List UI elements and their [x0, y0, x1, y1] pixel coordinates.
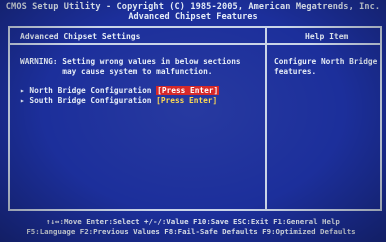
- right-header-divider: [267, 43, 380, 45]
- submenu-arrow-icon: ▸: [20, 96, 25, 105]
- bios-screen: CMOS Setup Utility - Copyright (C) 1985-…: [0, 0, 386, 242]
- left-header-divider: [10, 43, 265, 45]
- menu-item-south-bridge[interactable]: ▸ South Bridge Configuration [Press Ente…: [20, 96, 217, 105]
- press-enter-action[interactable]: [Press Enter]: [156, 96, 217, 105]
- footer-keys-line-1: ↑↓↔:Move Enter:Select +/-/:Value F10:Sav…: [46, 217, 340, 226]
- left-panel-title: Advanced Chipset Settings: [20, 32, 141, 41]
- page-title: Advanced Chipset Features: [128, 12, 258, 22]
- warning-text: WARNING: Setting wrong values in below s…: [20, 57, 241, 77]
- key-help-footer: ↑↓↔:Move Enter:Select +/-/:Value F10:Sav…: [0, 214, 386, 242]
- right-panel-title: Help Item: [305, 32, 349, 41]
- footer-keys-line-2: F5:Language F2:Previous Values F8:Fail-S…: [26, 227, 356, 236]
- menu-item-label: South Bridge Configuration: [29, 96, 152, 105]
- warning-line-2: may cause system to malfunction.: [20, 67, 213, 76]
- vertical-divider: [265, 28, 267, 209]
- warning-line-1: WARNING: Setting wrong values in below s…: [20, 57, 241, 66]
- press-enter-action[interactable]: [Press Enter]: [156, 86, 220, 95]
- submenu-arrow-icon: ▸: [20, 86, 25, 95]
- title-bar: CMOS Setup Utility - Copyright (C) 1985-…: [0, 0, 386, 27]
- utility-title: CMOS Setup Utility - Copyright (C) 1985-…: [5, 2, 381, 12]
- help-text: Configure North Bridge features.: [274, 57, 378, 76]
- menu-item-north-bridge[interactable]: ▸ North Bridge Configuration [Press Ente…: [20, 86, 220, 95]
- menu-item-label: North Bridge Configuration: [29, 86, 152, 95]
- main-frame: Advanced Chipset Settings Help Item WARN…: [8, 26, 382, 211]
